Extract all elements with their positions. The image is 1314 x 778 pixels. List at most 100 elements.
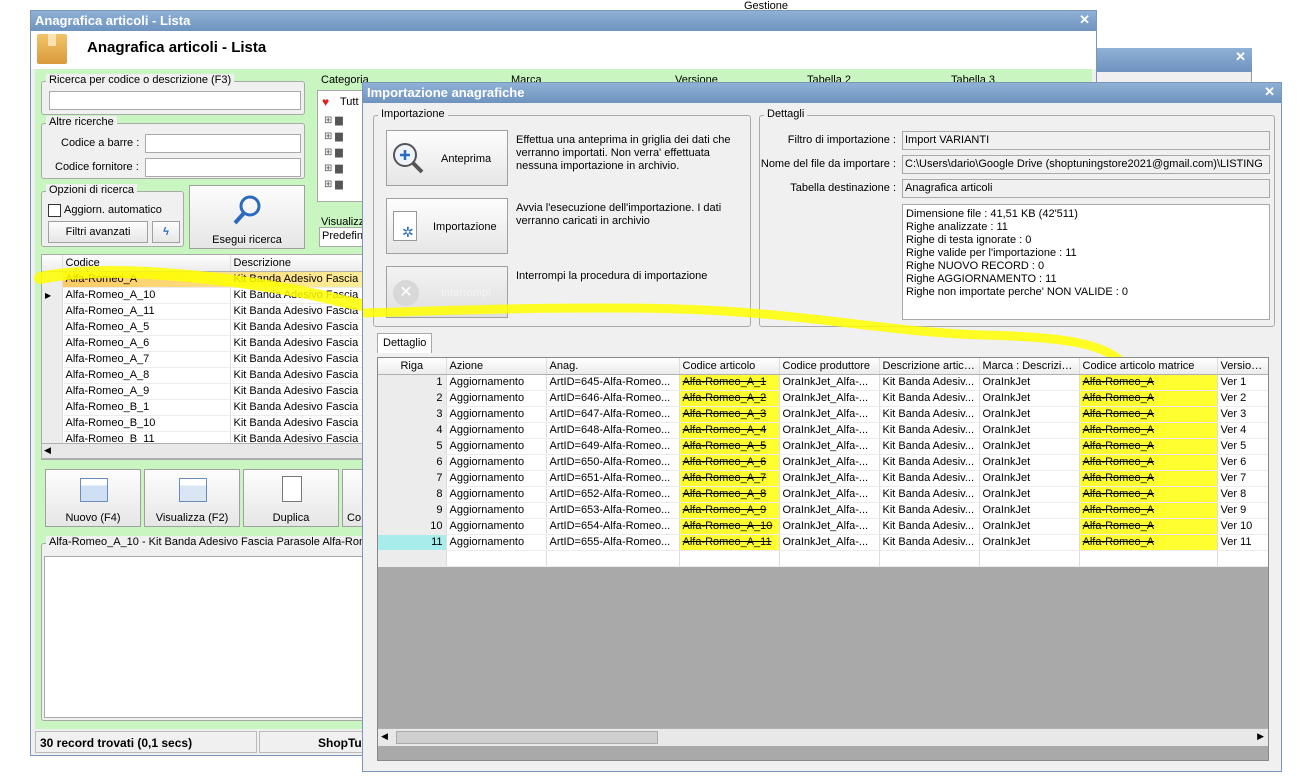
grid-header-8[interactable]: Versione : [1217,358,1268,375]
grid-cell: OraInkJet_Alfa-... [779,454,880,471]
header-bar: Anagrafica articoli - Lista [31,31,1096,69]
table-row[interactable]: 9 Aggiornamento ArtID=653-Alfa-Romeo... Alf… [378,502,1268,519]
row-indicator [42,383,63,400]
list-item[interactable]: Alfa-Romeo_A_6 Kit Banda Adesivo Fascia P… [42,335,365,352]
main-window-title: Anagrafica articoli - Lista [35,13,191,28]
import-description: Avvia l'esecuzione dell'importazione. I … [516,202,722,227]
duplicate-button-label: Duplica [272,512,310,524]
table-row[interactable]: 8 Aggiornamento ArtID=652-Alfa-Romeo... Alf… [378,486,1268,503]
scroll-thumb[interactable] [396,731,658,744]
table-row[interactable]: 5 Aggiornamento ArtID=649-Alfa-Romeo... Alf… [378,438,1268,455]
list-item[interactable]: Alfa-Romeo_B_1 Kit Banda Adesivo Fascia P… [42,399,365,416]
new-button[interactable]: Nuovo (F4) [45,469,141,527]
preview-button[interactable]: Anteprima [386,130,508,186]
view-button[interactable]: Visualizza (F2) [144,469,240,527]
grid-cell: OraInkJet_Alfa-... [779,534,880,551]
close-icon[interactable]: ✕ [1264,84,1275,100]
tab-dettaglio[interactable]: Dettaglio [377,333,433,353]
grid-header-1[interactable]: Azione [446,358,547,375]
grid-cell [546,550,680,567]
grid-cell: OraInkJet_Alfa-... [779,438,880,455]
table-row[interactable]: 2 Aggiornamento ArtID=646-Alfa-Romeo... Alf… [378,390,1268,407]
list-item[interactable]: Alfa-Romeo_A_8 Kit Banda Adesivo Fascia P… [42,367,365,384]
grid-cell: ArtID=648-Alfa-Romeo... [546,422,680,439]
table-row[interactable]: 10 Aggiornamento ArtID=654-Alfa-Romeo... Al… [378,518,1268,535]
table-row[interactable]: 3 Aggiornamento ArtID=647-Alfa-Romeo... Alf… [378,406,1268,423]
stop-button[interactable]: ✕ Interrompi [386,266,508,318]
table-row-empty[interactable] [378,550,1268,567]
grid-header-0[interactable]: Riga [378,358,447,375]
grid-cell: ArtID=653-Alfa-Romeo... [546,502,680,519]
grid-cell: Ver 9 [1217,502,1268,519]
grid-header-3[interactable]: Codice articolo [679,358,780,375]
import-window: Importazione anagrafiche ✕ Importazione … [362,82,1282,772]
barcode-input[interactable] [145,134,301,153]
advanced-filters-button[interactable]: Filtri avanzati [48,221,148,243]
grid-cell: Ver 8 [1217,486,1268,503]
grid-header-6[interactable]: Marca : Descrizione [979,358,1080,375]
scroll-left-icon[interactable]: ◀ [381,731,388,742]
search-group-label: Ricerca per codice o descrizione (F3) [46,74,235,86]
grid-header-7[interactable]: Codice articolo matrice [1079,358,1218,375]
background-window [1096,72,1252,82]
view-table-icon [179,478,207,502]
duplicate-icon [282,476,302,502]
article-list[interactable]: Codice Descrizione Alfa-Romeo_A Kit Banda… [41,254,366,460]
detail-panel [44,556,363,718]
list-item[interactable]: Alfa-Romeo_B_10 Kit Banda Adesivo Fascia … [42,415,365,432]
import-grid[interactable]: Riga Azione Anag. Codice articolo Codice pro… [377,357,1269,761]
grid-cell [679,550,780,567]
supplier-code-input[interactable] [145,158,301,177]
grid-header-2[interactable]: Anag. [546,358,680,375]
category-root[interactable]: Tutt [340,96,359,108]
table-value: Anagrafica articoli [902,179,1270,198]
list-scrollbar[interactable]: ◀ [41,443,366,459]
zoom-in-icon [393,143,424,174]
list-item[interactable]: Alfa-Romeo_A_5 Kit Banda Adesivo Fascia P… [42,319,365,336]
grid-header-4[interactable]: Codice produttore [779,358,880,375]
list-item[interactable]: Alfa-Romeo_A_7 Kit Banda Adesivo Fascia P… [42,351,365,368]
grid-cell: ArtID=651-Alfa-Romeo... [546,470,680,487]
scroll-left-icon[interactable]: ◀ [44,445,51,456]
table-row[interactable]: 4 Aggiornamento ArtID=648-Alfa-Romeo... Alf… [378,422,1268,439]
grid-cell: Kit Banda Adesiv... [879,374,980,391]
list-header-code[interactable]: Codice [62,255,231,272]
table-row[interactable]: 11 Aggiornamento ArtID=655-Alfa-Romeo... Al… [378,534,1268,551]
grid-cell: Alfa-Romeo_A_3 [679,406,780,423]
table-row[interactable]: 1 Aggiornamento ArtID=645-Alfa-Romeo... Alf… [378,374,1268,391]
grid-cell [879,550,980,567]
import-button[interactable]: ✲ Importazione [386,198,508,254]
grid-cell: Alfa-Romeo_A_5 [679,438,780,455]
list-item[interactable]: Alfa-Romeo_A Kit Banda Adesivo Fascia Pa [42,271,365,288]
table-row[interactable]: 6 Aggiornamento ArtID=650-Alfa-Romeo... Alf… [378,454,1268,471]
close-icon[interactable]: ✕ [1079,12,1090,28]
list-item[interactable]: Alfa-Romeo_A_11 Kit Banda Adesivo Fascia … [42,303,365,320]
import-window-titlebar: Importazione anagrafiche ✕ [363,83,1281,103]
table-row[interactable]: 7 Aggiornamento ArtID=651-Alfa-Romeo... Alf… [378,470,1268,487]
duplicate-button[interactable]: Duplica [243,469,339,527]
grid-cell: Kit Banda Adesiv... [879,486,980,503]
list-item[interactable]: Alfa-Romeo_A_9 Kit Banda Adesivo Fascia P… [42,383,365,400]
scroll-right-icon[interactable]: ▶ [1257,731,1264,742]
close-icon[interactable]: ✕ [1235,49,1246,65]
grid-cell: Alfa-Romeo_A_4 [679,422,780,439]
grid-cell: Kit Banda Adesiv... [879,534,980,551]
grid-cell: OraInkJet_Alfa-... [779,518,880,535]
category-tree[interactable]: ♥ Tutt ⊞ ▆ ⊞ ▆ ⊞ ▆ ⊞ ▆ ⊞ ▆ [317,90,363,202]
grid-cell: 10 [378,518,447,535]
grid-cell: Ver 10 [1217,518,1268,535]
grid-cell: OraInkJet_Alfa-... [779,374,880,391]
grid-header-5[interactable]: Descrizione articolo [879,358,980,375]
stat-header-ignored: Righe di testa ignorate : 0 [906,234,1032,246]
lightning-icon[interactable]: ϟ [152,221,180,243]
list-item[interactable]: ▶ Alfa-Romeo_A_10 Kit Banda Adesivo Fascia… [42,287,365,304]
list-cell-code: Alfa-Romeo_A_9 [62,383,231,400]
list-header-description[interactable]: Descrizione [230,255,365,272]
search-input[interactable] [49,91,301,110]
search-button[interactable]: Esegui ricerca [189,185,305,249]
grid-cell: Alfa-Romeo_A [1079,454,1218,471]
auto-update-checkbox[interactable] [48,204,61,217]
row-indicator [42,319,63,336]
view-select[interactable]: Predefin [319,227,365,247]
grid-horizontal-scrollbar[interactable]: ◀ ▶ [378,728,1268,746]
